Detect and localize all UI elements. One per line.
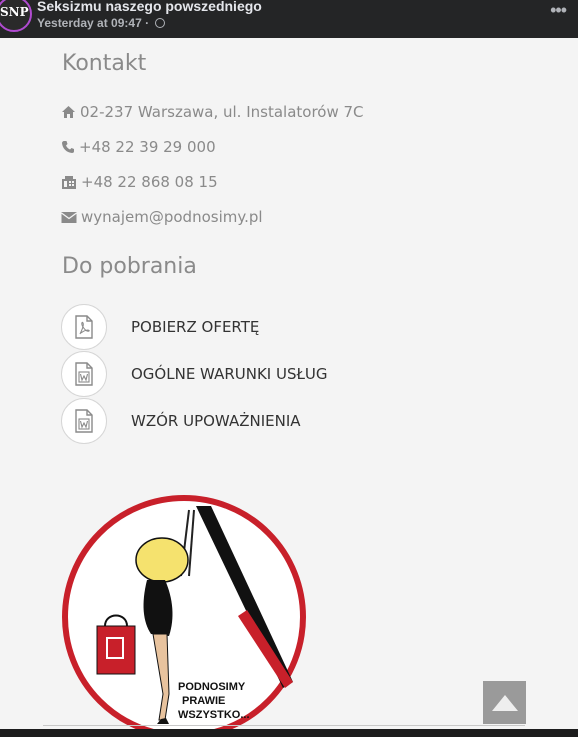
shared-image: Kontakt 02-237 Warszawa, ul. Instalatoró… <box>0 38 578 729</box>
download-label: OGÓLNE WARUNKI USŁUG <box>131 365 328 383</box>
meta-separator: · <box>141 16 153 30</box>
post-meta: Yesterday at 09:47 · <box>37 16 166 30</box>
pdf-file-icon <box>61 304 107 350</box>
arrow-up-icon <box>491 694 518 711</box>
footer-divider <box>43 725 525 726</box>
email-row: wynajem@podnosimy.pl <box>61 206 263 228</box>
globe-icon <box>155 18 166 28</box>
email-text[interactable]: wynajem@podnosimy.pl <box>81 208 263 226</box>
phone-text: +48 22 39 29 000 <box>79 138 216 156</box>
logo-slogan: PODNOSIMY PRAWIE WSZYSTKO... <box>178 680 278 722</box>
slogan-line-2: PRAWIE <box>182 695 226 707</box>
download-offer-link[interactable]: POBIERZ OFERTĘ <box>61 304 259 350</box>
post-timestamp[interactable]: Yesterday at 09:47 <box>37 16 142 30</box>
phone-icon <box>62 141 74 153</box>
post-header: SNP Seksizmu naszego powszedniego Yester… <box>0 0 578 38</box>
slogan-line-1: PODNOSIMY <box>178 681 246 693</box>
fax-text: +48 22 868 08 15 <box>81 173 218 191</box>
address-text: 02-237 Warszawa, ul. Instalatorów 7C <box>80 103 364 121</box>
page-avatar[interactable]: SNP <box>0 0 32 32</box>
fax-icon <box>62 175 76 189</box>
company-logo: PODNOSIMY PRAWIE WSZYSTKO... <box>61 494 307 729</box>
page-name-link[interactable]: Seksizmu naszego powszedniego <box>37 0 262 14</box>
downloads-heading: Do pobrania <box>62 254 197 279</box>
phone-row: +48 22 39 29 000 <box>61 136 216 158</box>
word-file-icon <box>61 351 107 397</box>
word-file-icon <box>61 398 107 444</box>
envelope-icon <box>61 211 77 223</box>
avatar-text: SNP <box>0 5 29 19</box>
home-icon <box>62 106 75 118</box>
scroll-to-top-button[interactable] <box>483 681 526 724</box>
address-row: 02-237 Warszawa, ul. Instalatorów 7C <box>61 101 364 123</box>
bottom-bar <box>0 729 578 737</box>
contact-heading: Kontakt <box>62 51 147 76</box>
fax-row: +48 22 868 08 15 <box>61 171 218 193</box>
download-terms-link[interactable]: OGÓLNE WARUNKI USŁUG <box>61 351 328 397</box>
download-label: WZÓR UPOWAŻNIENIA <box>131 412 301 430</box>
more-options-button[interactable]: ••• <box>550 0 567 21</box>
download-authorization-link[interactable]: WZÓR UPOWAŻNIENIA <box>61 398 301 444</box>
slogan-line-3: WSZYSTKO... <box>178 709 250 721</box>
download-label: POBIERZ OFERTĘ <box>131 318 260 336</box>
